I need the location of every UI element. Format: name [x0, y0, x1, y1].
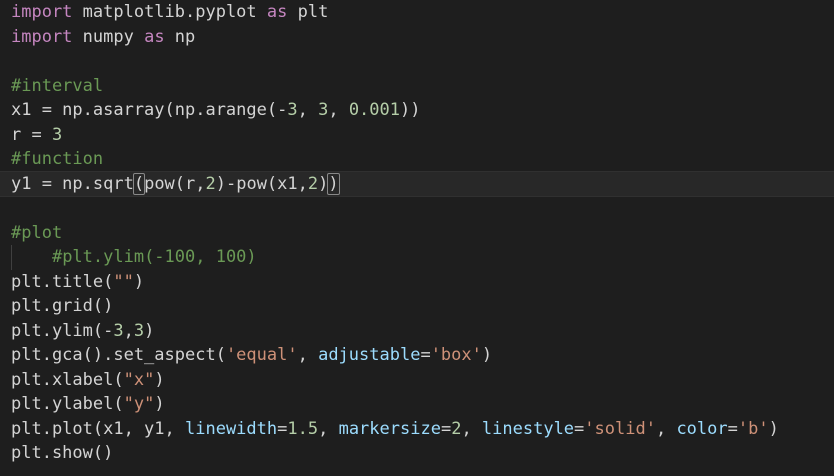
code-token: #plot	[11, 222, 63, 243]
code-token: #interval	[11, 75, 104, 96]
code-token: adjustable	[318, 345, 421, 365]
code-token: 0.001	[348, 100, 400, 120]
code-token: "y"	[123, 394, 155, 414]
code-line[interactable]: plt.show()	[0, 441, 834, 466]
code-token: 3	[133, 320, 145, 341]
code-token: =	[420, 345, 431, 365]
code-token: ,	[297, 100, 319, 120]
code-token: ""	[113, 271, 134, 292]
code-token: ,	[318, 418, 339, 439]
code-token: import	[11, 2, 73, 22]
code-line[interactable]: plt.gca().set_aspect('equal', adjustable…	[0, 343, 834, 368]
code-token: linestyle	[481, 418, 575, 439]
code-token: )	[481, 345, 493, 365]
code-token: )	[133, 271, 145, 292]
code-line[interactable]: plt.grid()	[0, 294, 834, 319]
code-token: plt.grid()	[11, 296, 114, 316]
code-token: 'solid'	[584, 418, 656, 439]
code-token: markersize	[338, 418, 441, 439]
code-token: #function	[11, 149, 104, 169]
code-token: 2	[451, 418, 462, 439]
code-token: 2	[205, 173, 216, 194]
code-token: 'equal'	[225, 345, 298, 365]
code-token: 2	[307, 173, 319, 194]
code-token: )	[144, 320, 155, 341]
code-token: =	[440, 418, 452, 439]
code-token: ,	[123, 320, 134, 341]
code-token: 3	[318, 100, 329, 120]
matched-bracket: (	[132, 172, 146, 195]
code-token: import	[11, 26, 73, 47]
code-token: as	[266, 2, 288, 22]
code-line[interactable]	[0, 49, 834, 74]
code-token: =	[727, 418, 738, 439]
matched-bracket: )	[327, 172, 340, 195]
code-token: color	[676, 418, 728, 439]
code-token: plt.ylim(-	[11, 320, 114, 341]
code-token: "x"	[123, 369, 155, 390]
code-token: 3	[113, 320, 124, 341]
code-line[interactable]	[0, 196, 834, 221]
code-token: )	[768, 418, 779, 439]
code-token: ))	[400, 100, 421, 120]
code-line[interactable]: x1 = np.asarray(np.arange(-3, 3, 0.001))	[0, 98, 834, 123]
code-token: 'box'	[430, 345, 482, 365]
code-line[interactable]: import numpy as np	[0, 25, 834, 50]
code-token: plt.plot(x1, y1,	[11, 418, 185, 439]
code-token: linewidth	[185, 418, 278, 439]
code-token: =	[277, 418, 288, 439]
code-token: plt.title(	[11, 271, 114, 292]
code-line[interactable]: import matplotlib.pyplot as plt	[0, 0, 834, 25]
code-line[interactable]: #plt.ylim(-100, 100)	[0, 245, 834, 270]
code-token: np	[164, 26, 196, 47]
code-line[interactable]: plt.title("")	[0, 270, 834, 295]
code-line[interactable]: y1 = np.sqrt(pow(r,2)-pow(x1,2))	[0, 170, 834, 197]
code-token: 3	[51, 124, 63, 145]
code-token: )-pow(x1,	[215, 173, 308, 194]
code-token: plt.ylabel(	[11, 394, 124, 414]
code-token: )	[318, 173, 329, 194]
code-line[interactable]: plt.ylabel("y")	[0, 392, 834, 417]
code-line[interactable]: plt.plot(x1, y1, linewidth=1.5, markersi…	[0, 417, 834, 442]
indent-guide	[11, 245, 12, 270]
code-token: ,	[461, 418, 482, 439]
code-token: #plt.ylim(-100, 100)	[51, 247, 257, 267]
code-token: plt.gca().set_aspect(	[11, 345, 226, 365]
code-line[interactable]: plt.xlabel("x")	[0, 368, 834, 393]
code-token: 1.5	[287, 418, 319, 439]
code-token: y1 = np.sqrt	[11, 173, 134, 194]
code-line[interactable]: r = 3	[0, 123, 834, 148]
code-token: ,	[297, 345, 319, 365]
code-token: matplotlib.pyplot	[72, 2, 267, 22]
code-token: plt	[287, 2, 329, 22]
code-line[interactable]: #plot	[0, 221, 834, 246]
code-token: pow(r,	[144, 173, 206, 194]
code-token: 3	[287, 100, 298, 120]
code-token: ,	[328, 100, 349, 120]
code-token: r =	[11, 124, 52, 145]
code-token: plt.show()	[11, 443, 114, 463]
code-token: plt.xlabel(	[11, 369, 124, 390]
code-line[interactable]: #function	[0, 147, 834, 172]
code-line[interactable]: plt.ylim(-3,3)	[0, 319, 834, 344]
code-token: )	[154, 394, 165, 414]
code-token: ,	[655, 418, 677, 439]
code-token: x1 = np.asarray(np.arange(-	[11, 100, 288, 120]
code-line[interactable]: #interval	[0, 74, 834, 99]
code-token: as	[144, 26, 165, 47]
code-token: )	[154, 369, 165, 390]
code-token: =	[574, 418, 585, 439]
code-editor[interactable]: import matplotlib.pyplot as plt import nu…	[0, 0, 834, 476]
code-token: numpy	[72, 26, 145, 47]
code-token: 'b'	[737, 418, 769, 439]
